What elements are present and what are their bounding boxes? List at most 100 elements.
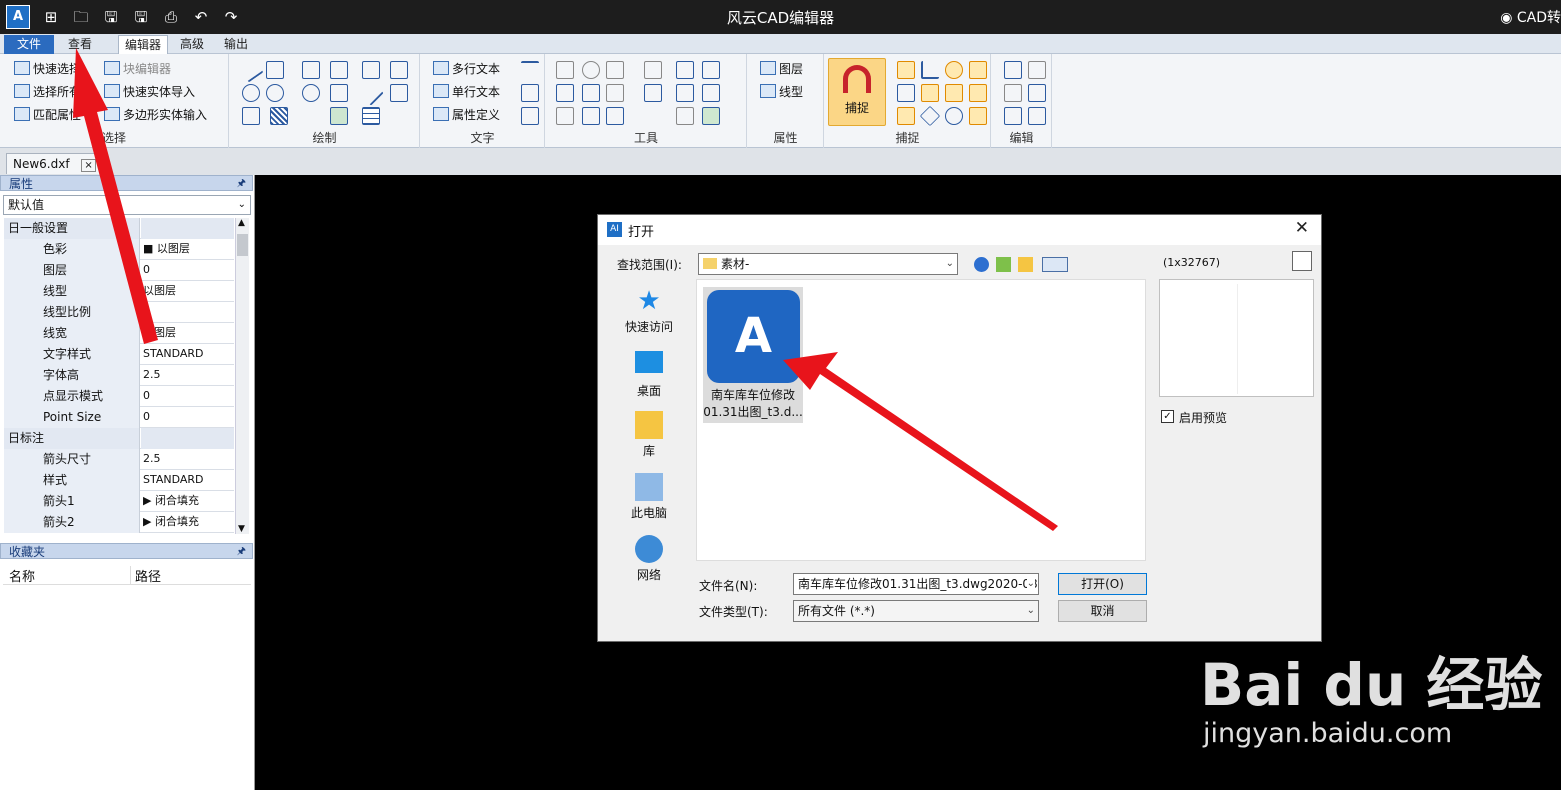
group-icon[interactable]	[676, 84, 694, 102]
match-properties-button[interactable]: 匹配属性	[14, 105, 81, 125]
place-library[interactable]: 库	[606, 411, 692, 459]
move-icon[interactable]	[556, 61, 574, 79]
tab-advanced[interactable]: 高级	[174, 35, 210, 54]
property-value[interactable]: 以图层	[141, 281, 234, 302]
break-icon[interactable]	[702, 107, 720, 125]
join-icon[interactable]	[676, 107, 694, 125]
column-name[interactable]: 名称	[9, 566, 35, 585]
lookin-combo[interactable]: 素材- ⌄	[698, 253, 958, 275]
open-button[interactable]: 打开(O)	[1058, 573, 1147, 595]
quick-select-button[interactable]: 快速选择	[14, 59, 81, 79]
fillet-icon[interactable]	[606, 107, 624, 125]
enable-preview-checkbox[interactable]: ✓	[1161, 410, 1174, 423]
spline-icon[interactable]	[330, 61, 348, 79]
preview-zoom-icon[interactable]	[1292, 251, 1312, 271]
file-item[interactable]: A 南车库车位修改01.31出图_t3.d...	[703, 287, 803, 423]
snap-endpoint-icon[interactable]	[897, 61, 915, 79]
paste-icon[interactable]	[1004, 61, 1022, 79]
block-editor-button[interactable]: 块编辑器	[104, 59, 171, 79]
measure-icon[interactable]	[702, 84, 720, 102]
property-row[interactable]: 线宽 以图层	[4, 323, 234, 344]
image-icon[interactable]	[330, 107, 348, 125]
document-tab[interactable]: New6.dxf ×	[6, 153, 103, 174]
tab-view[interactable]: 查看	[62, 35, 98, 54]
select-all-button[interactable]: 选择所有	[14, 82, 81, 102]
property-row[interactable]: 箭头1 ▶ 闭合填充	[4, 491, 234, 512]
tab-file[interactable]: 文件	[4, 35, 54, 54]
polyline-icon[interactable]	[266, 61, 284, 79]
property-row[interactable]: 箭头2 ▶ 闭合填充	[4, 512, 234, 533]
circle-icon[interactable]	[242, 84, 260, 102]
close-tab-icon[interactable]: ×	[81, 159, 96, 172]
rectangle-icon[interactable]	[302, 61, 320, 79]
dim-linear-icon[interactable]	[556, 84, 574, 102]
property-row[interactable]: 字体高 2.5	[4, 365, 234, 386]
new-folder-icon[interactable]	[1018, 257, 1033, 272]
column-path[interactable]: 路径	[130, 566, 161, 585]
paste-special-icon[interactable]	[1028, 107, 1046, 125]
snap-diamond-icon[interactable]	[919, 105, 941, 127]
property-value[interactable]: STANDARD	[141, 344, 234, 365]
region-icon[interactable]	[330, 84, 348, 102]
snap-parallel-icon[interactable]	[969, 84, 987, 102]
property-row[interactable]: 线型比例 1	[4, 302, 234, 323]
cut-icon[interactable]	[1004, 84, 1022, 102]
property-scrollbar[interactable]: ▲ ▼	[235, 218, 249, 534]
offset-icon[interactable]	[556, 107, 574, 125]
property-value[interactable]: 0	[141, 407, 234, 428]
property-row[interactable]: 样式 STANDARD	[4, 470, 234, 491]
scroll-up-icon[interactable]: ▲	[238, 218, 245, 228]
snap-tangent-icon[interactable]	[969, 61, 987, 79]
property-section[interactable]: 日标注	[4, 428, 234, 449]
snap-extension-icon[interactable]	[969, 107, 987, 125]
property-value[interactable]: 0	[141, 386, 234, 407]
filename-input[interactable]: 南车库车位修改01.31出图_t3.dwg2020-08 ⌄	[793, 573, 1039, 595]
polygon-input-button[interactable]: 多边形实体输入	[104, 105, 207, 125]
ellipse-icon[interactable]	[266, 84, 284, 102]
pin-icon[interactable]: 🖈	[237, 176, 246, 192]
property-section[interactable]: 日一般设置	[4, 218, 234, 239]
line-icon[interactable]	[238, 57, 264, 83]
arc-icon[interactable]	[302, 84, 320, 102]
scroll-down-icon[interactable]: ▼	[238, 524, 245, 534]
property-row[interactable]: 文字样式 STANDARD	[4, 344, 234, 365]
delete-icon[interactable]	[1028, 61, 1046, 79]
linetype-button[interactable]: 线型	[760, 82, 803, 102]
property-row[interactable]: 点显示模式 0	[4, 386, 234, 407]
trim-icon[interactable]	[606, 84, 624, 102]
property-value[interactable]: 2.5	[141, 365, 234, 386]
explode-icon[interactable]	[644, 84, 662, 102]
up-folder-icon[interactable]	[996, 257, 1011, 272]
snap-triangle-icon[interactable]	[897, 107, 915, 125]
snap-center-icon[interactable]	[945, 61, 963, 79]
property-value[interactable]: 2.5	[141, 449, 234, 470]
revision-cloud-icon[interactable]	[242, 107, 260, 125]
clipboard-icon[interactable]	[1004, 107, 1022, 125]
place-network[interactable]: 网络	[606, 535, 692, 583]
table-icon[interactable]	[362, 107, 380, 125]
rotate-icon[interactable]	[582, 61, 600, 79]
snap-quadrant-icon[interactable]	[945, 84, 963, 102]
copy-objects-icon[interactable]	[676, 61, 694, 79]
dim-aligned-icon[interactable]	[582, 84, 600, 102]
snap-node-icon[interactable]	[921, 84, 939, 102]
property-row[interactable]: 箭头尺寸 2.5	[4, 449, 234, 470]
text-pencil-icon[interactable]	[521, 107, 539, 125]
snap-nearest-icon[interactable]	[945, 107, 963, 125]
property-value[interactable]: STANDARD	[141, 470, 234, 491]
ray-icon[interactable]	[358, 80, 384, 106]
mirror-icon[interactable]	[606, 61, 624, 79]
close-icon[interactable]: ✕	[1295, 218, 1309, 238]
tab-output[interactable]: 输出	[218, 35, 254, 54]
scale-icon[interactable]	[644, 61, 662, 79]
copy-icon[interactable]	[1028, 84, 1046, 102]
snap-perpendicular-icon[interactable]	[921, 61, 939, 79]
mtext-button[interactable]: 多行文本	[433, 59, 500, 79]
extend-icon[interactable]	[582, 107, 600, 125]
place-quick-access[interactable]: ★ 快速访问	[606, 287, 692, 335]
attdef-button[interactable]: 属性定义	[433, 105, 500, 125]
view-menu-icon[interactable]	[1042, 257, 1068, 272]
place-desktop[interactable]: 桌面	[606, 351, 692, 399]
snap-midpoint-icon[interactable]	[897, 84, 915, 102]
snap-button[interactable]: 捕捉	[828, 58, 886, 126]
